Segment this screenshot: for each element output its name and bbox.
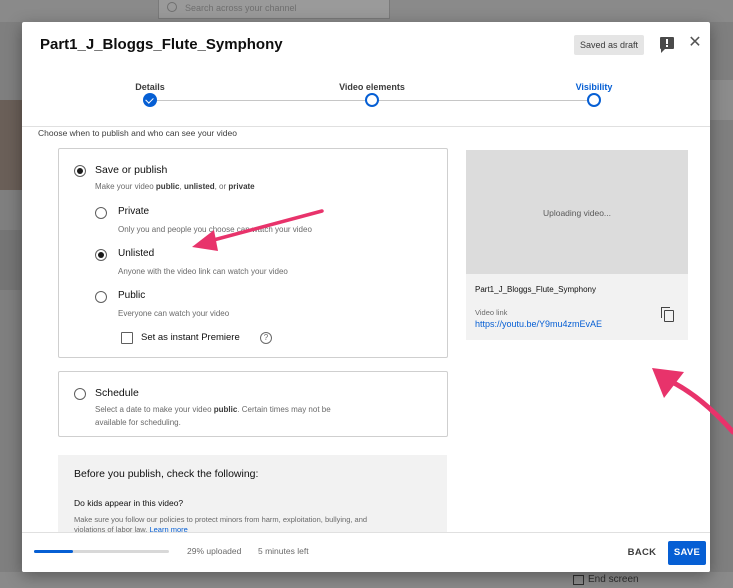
unlisted-label[interactable]: Unlisted (118, 248, 154, 259)
step-details-label[interactable]: Details (135, 82, 165, 92)
step-visibility-dot[interactable] (587, 93, 601, 107)
step-video-elements-label[interactable]: Video elements (339, 82, 405, 92)
upload-dialog: Part1_J_Bloggs_Flute_Symphony Saved as d… (22, 22, 710, 572)
feedback-icon[interactable] (660, 37, 674, 53)
video-link[interactable]: https://youtu.be/Y9mu4zmEvAE (475, 319, 602, 329)
end-screen-icon (573, 575, 584, 585)
preview-filename: Part1_J_Bloggs_Flute_Symphony (475, 285, 596, 294)
unlisted-radio[interactable] (95, 249, 107, 261)
close-icon[interactable]: ✕ (686, 34, 704, 52)
video-preview-panel: Uploading video... Part1_J_Bloggs_Flute_… (466, 150, 688, 340)
instant-premiere-checkbox[interactable] (121, 332, 133, 344)
copy-icon[interactable] (661, 307, 674, 322)
upload-progress-bar (34, 550, 169, 553)
public-desc: Everyone can watch your video (118, 309, 230, 318)
step-video-elements-dot[interactable] (365, 93, 379, 107)
background-search-placeholder: Search across your channel (185, 3, 297, 13)
kids-question: Do kids appear in this video? (74, 498, 184, 508)
help-icon[interactable]: ? (260, 332, 272, 344)
save-button[interactable]: SAVE (668, 541, 706, 565)
stepper-line-2 (372, 100, 594, 101)
schedule-title[interactable]: Schedule (95, 387, 139, 399)
back-button[interactable]: BACK (622, 543, 662, 563)
private-desc: Only you and people you choose can watch… (118, 225, 312, 234)
background-thumbnail (0, 100, 22, 190)
save-or-publish-card: Save or publish Make your video public, … (58, 148, 448, 358)
upload-stepper: Details Video elements Visibility (22, 70, 710, 126)
private-label[interactable]: Private (118, 206, 149, 217)
schedule-desc-line2: available for scheduling. (95, 418, 181, 427)
background-search-bar: Search across your channel (158, 0, 390, 19)
content-divider (22, 126, 710, 127)
saved-as-draft-badge: Saved as draft (574, 35, 645, 55)
step-visibility-label[interactable]: Visibility (576, 82, 613, 92)
video-link-label: Video link (475, 308, 508, 317)
schedule-card: Schedule Select a date to make your vide… (58, 371, 448, 437)
unlisted-desc: Anyone with the video link can watch you… (118, 267, 288, 276)
save-or-publish-title: Save or publish (95, 164, 168, 176)
save-or-publish-radio[interactable] (74, 165, 86, 177)
end-screen-label: End screen (588, 574, 639, 585)
upload-status: 29% uploaded (187, 546, 242, 556)
visibility-intro: Choose when to publish and who can see y… (38, 128, 237, 138)
checklist-title: Before you publish, check the following: (74, 468, 259, 480)
upload-time-left: 5 minutes left (258, 546, 309, 556)
uploading-status: Uploading video... (542, 208, 612, 218)
instant-premiere-label[interactable]: Set as instant Premiere (141, 332, 240, 343)
public-label[interactable]: Public (118, 290, 145, 301)
search-icon (167, 2, 177, 12)
dialog-footer: 29% uploaded 5 minutes left BACK SAVE (22, 532, 710, 572)
stepper-line-1 (150, 100, 372, 101)
background-thumbnail-2 (0, 230, 22, 290)
upload-progress-fill (34, 550, 74, 553)
save-or-publish-desc: Make your video public, unlisted, or pri… (95, 182, 255, 191)
background-panel (710, 80, 733, 120)
public-radio[interactable] (95, 291, 107, 303)
private-radio[interactable] (95, 207, 107, 219)
video-preview-screen: Uploading video... (466, 150, 688, 274)
step-details-check-icon[interactable] (143, 93, 157, 107)
dialog-header: Part1_J_Bloggs_Flute_Symphony Saved as d… (22, 22, 710, 70)
dialog-title: Part1_J_Bloggs_Flute_Symphony (40, 36, 283, 53)
schedule-desc-line1: Select a date to make your video public.… (95, 405, 331, 414)
schedule-radio[interactable] (74, 388, 86, 400)
